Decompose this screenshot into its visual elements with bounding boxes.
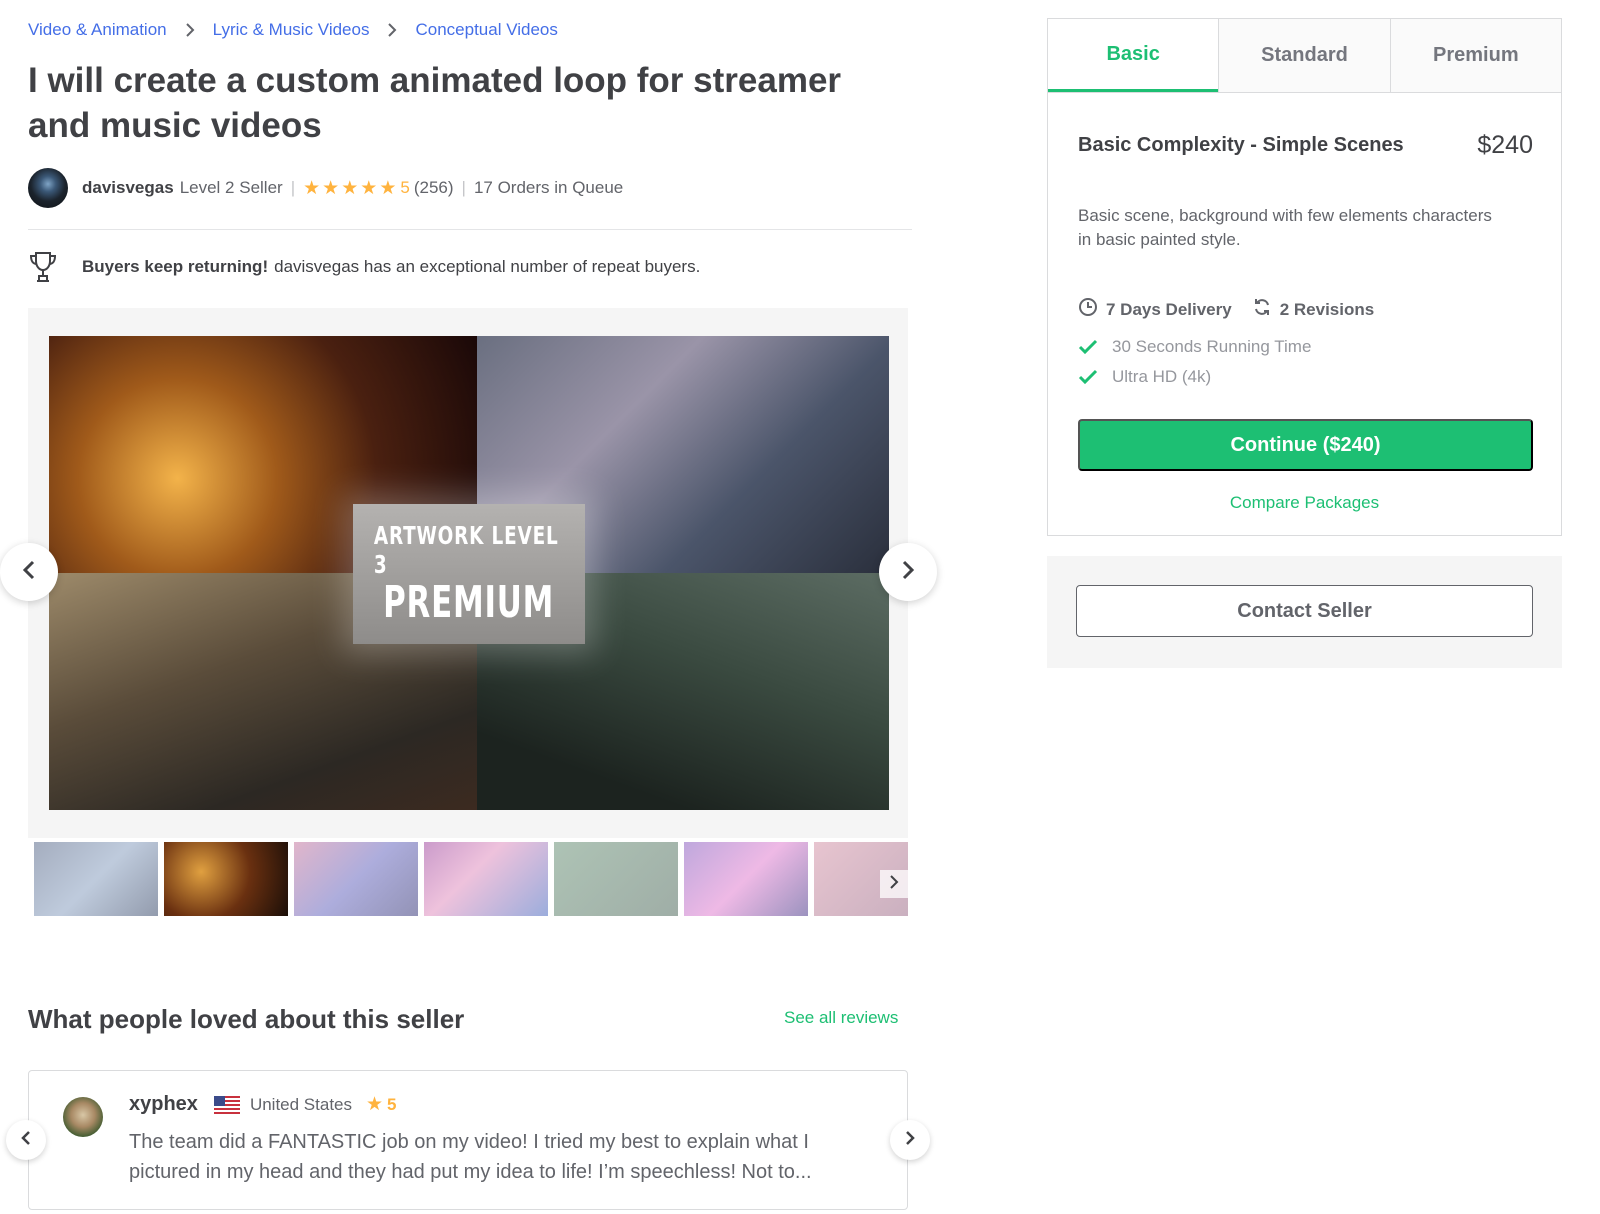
gallery-next-button[interactable]: [879, 543, 937, 601]
tab-premium[interactable]: Premium: [1389, 19, 1561, 92]
overlay-line-1: ARTWORK LEVEL 3: [373, 521, 559, 579]
tab-standard[interactable]: Standard: [1218, 19, 1390, 92]
chevron-right-icon: [901, 560, 915, 585]
feature-text: Ultra HD (4k): [1112, 367, 1212, 386]
reviewer-name: xyphex: [129, 1093, 198, 1115]
package-name: Basic Complexity - Simple Scenes: [1078, 134, 1404, 156]
tab-basic[interactable]: Basic: [1048, 19, 1219, 92]
see-all-reviews-link[interactable]: See all reviews: [784, 1008, 898, 1028]
contact-panel: Contact Seller: [1047, 556, 1562, 668]
package-feature: 30 Seconds Running Time: [1078, 337, 1311, 357]
seller-name[interactable]: davisvegas: [82, 178, 174, 198]
package-panel: Basic Standard Premium Basic Complexity …: [1047, 18, 1562, 536]
reviews-heading: What people loved about this seller: [28, 1004, 465, 1034]
reviewer-country: United States: [249, 1094, 352, 1114]
rating-stars: ★ ★ ★ ★ ★: [303, 177, 396, 200]
repeat-buyers-text: davisvegas has an exceptional number of …: [274, 257, 701, 276]
thumbnails-next-button[interactable]: [880, 870, 908, 898]
gallery-thumbnails: [34, 842, 908, 916]
check-icon: [1078, 369, 1098, 385]
breadcrumb-item-video-animation[interactable]: Video & Animation: [28, 20, 167, 40]
gig-title: I will create a custom animated loop for…: [28, 61, 842, 145]
check-icon: [1078, 339, 1098, 355]
seller-level: Level 2 Seller: [179, 178, 283, 197]
contact-seller-button[interactable]: Contact Seller: [1076, 585, 1533, 637]
continue-button[interactable]: Continue ($240): [1078, 419, 1533, 471]
package-description: Basic scene, background with few element…: [1078, 206, 1492, 249]
seller-reviews-count[interactable]: (256): [414, 178, 454, 198]
chevron-right-icon: [905, 1130, 915, 1151]
star-icon: ★: [322, 177, 340, 199]
gallery-thumbnail[interactable]: [34, 842, 158, 916]
delivery-text: 7 Days Delivery: [1106, 299, 1232, 319]
compare-packages-link[interactable]: Compare Packages: [1048, 493, 1561, 513]
feature-text: 30 Seconds Running Time: [1112, 337, 1312, 356]
package-tabs: Basic Standard Premium: [1048, 19, 1561, 93]
revisions-info: 2 Revisions: [1252, 297, 1375, 322]
star-icon: ★: [303, 177, 321, 199]
repeat-buyers-banner: Buyers keep returning! davisvegas has an…: [28, 250, 700, 284]
seller-rating: 5: [400, 178, 410, 197]
star-icon: ★: [366, 1094, 384, 1115]
gallery-thumbnail[interactable]: [294, 842, 418, 916]
chevron-left-icon: [21, 1130, 31, 1151]
artwork-overlay-card: ARTWORK LEVEL 3 PREMIUM: [353, 504, 585, 644]
separator: [28, 229, 912, 230]
chevron-left-icon: [22, 560, 36, 585]
gallery-thumbnail[interactable]: [424, 842, 548, 916]
orders-in-queue: 17 Orders in Queue: [473, 178, 624, 197]
seller-overview: davisvegas Level 2 Seller | ★ ★ ★ ★ ★ 5 …: [28, 168, 623, 208]
refresh-icon: [1252, 297, 1272, 322]
revisions-text: 2 Revisions: [1279, 299, 1375, 319]
gallery-thumbnail[interactable]: [554, 842, 678, 916]
reviewer-avatar: [63, 1097, 103, 1137]
breadcrumb-item-lyric-music-videos[interactable]: Lyric & Music Videos: [213, 20, 370, 40]
gig-gallery: ARTWORK LEVEL 3 PREMIUM: [28, 308, 908, 838]
package-price: $240: [1477, 131, 1533, 159]
chevron-right-icon: [185, 23, 195, 37]
review-text: The team did a FANTASTIC job on my video…: [129, 1131, 812, 1183]
gallery-thumbnail-selected[interactable]: [164, 842, 288, 916]
chevron-right-icon: [889, 874, 899, 894]
gallery-main-image[interactable]: ARTWORK LEVEL 3 PREMIUM: [49, 336, 889, 810]
reviews-next-button[interactable]: [890, 1120, 930, 1160]
repeat-buyers-title: Buyers keep returning!: [82, 257, 269, 276]
package-feature: Ultra HD (4k): [1078, 367, 1211, 387]
star-icon: ★: [360, 177, 378, 199]
star-icon: ★: [379, 177, 397, 199]
reviews-prev-button[interactable]: [6, 1120, 46, 1160]
breadcrumb: Video & Animation Lyric & Music Videos C…: [28, 20, 558, 40]
us-flag-icon: [213, 1095, 240, 1114]
review-header: xyphex United States ★ 5: [129, 1093, 397, 1116]
trophy-icon: [28, 250, 68, 284]
clock-icon: [1078, 297, 1098, 322]
divider: |: [461, 178, 466, 197]
overlay-line-2: PREMIUM: [383, 577, 555, 628]
divider: |: [290, 178, 296, 197]
review-card: xyphex United States ★ 5 The team did a …: [28, 1070, 908, 1210]
seller-avatar[interactable]: [28, 168, 68, 208]
package-header: Basic Complexity - Simple Scenes $240: [1078, 131, 1533, 160]
gallery-thumbnail[interactable]: [684, 842, 808, 916]
breadcrumb-item-conceptual-videos[interactable]: Conceptual Videos: [415, 20, 557, 40]
review-rating: 5: [387, 1094, 397, 1114]
gallery-prev-button[interactable]: [0, 543, 58, 601]
star-icon: ★: [341, 177, 359, 199]
package-meta: 7 Days Delivery 2 Revisions: [1078, 297, 1394, 322]
chevron-right-icon: [387, 23, 397, 37]
delivery-info: 7 Days Delivery: [1078, 297, 1232, 322]
